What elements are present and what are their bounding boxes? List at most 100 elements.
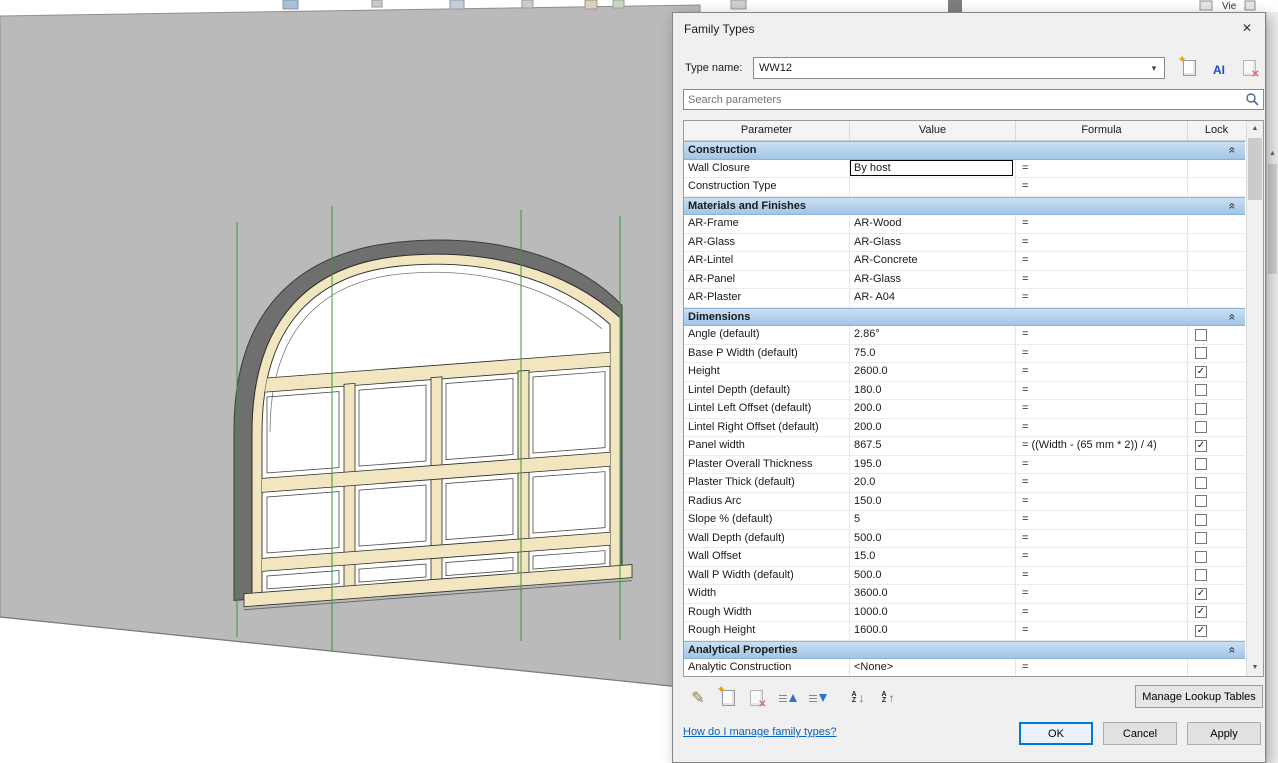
parameter-value[interactable]: AR-Glass [850, 233, 1016, 251]
parameter-value[interactable]: <None> [850, 659, 1016, 676]
move-parameter-down-button[interactable] [805, 685, 831, 711]
lock-checkbox[interactable]: ✓ [1195, 624, 1207, 637]
parameter-value[interactable] [850, 178, 1016, 196]
parameter-formula[interactable]: = [1016, 270, 1188, 288]
scroll-up-icon[interactable]: ▲ [1267, 150, 1278, 157]
parameter-formula[interactable]: = ((Width - (65 mm * 2)) / 4) [1016, 437, 1188, 455]
type-name-dropdown[interactable]: WW12 ▾ [753, 57, 1165, 79]
collapse-icon[interactable]: « [1226, 313, 1240, 320]
parameter-formula[interactable]: = [1016, 400, 1188, 418]
column-formula[interactable]: Formula [1016, 121, 1188, 140]
manage-lookup-tables-button[interactable]: Manage Lookup Tables [1135, 685, 1263, 708]
collapse-icon[interactable]: « [1226, 646, 1240, 653]
lock-checkbox[interactable] [1195, 532, 1207, 545]
new-type-button[interactable]: ✦ [1177, 54, 1201, 81]
parameter-formula[interactable]: = [1016, 529, 1188, 547]
lock-checkbox[interactable] [1195, 458, 1207, 471]
lock-checkbox[interactable] [1195, 476, 1207, 489]
section-header[interactable]: Construction « [684, 141, 1245, 160]
lock-checkbox[interactable] [1195, 495, 1207, 508]
parameter-value[interactable]: 1000.0 [850, 603, 1016, 621]
scroll-up-icon[interactable]: ▲ [1247, 121, 1263, 137]
parameter-formula[interactable]: = [1016, 344, 1188, 362]
search-input[interactable] [684, 90, 1242, 109]
value-editor[interactable]: By host [850, 159, 1013, 176]
rename-type-button[interactable]: AI [1207, 57, 1231, 81]
ok-button[interactable]: OK [1019, 722, 1093, 745]
parameter-value[interactable]: AR-Glass [850, 270, 1016, 288]
parameter-formula[interactable]: = [1016, 659, 1188, 676]
parameter-value[interactable]: By host [850, 159, 1016, 177]
parameter-formula[interactable]: = [1016, 622, 1188, 640]
parameter-formula[interactable]: = [1016, 418, 1188, 436]
parameter-formula[interactable]: = [1016, 363, 1188, 381]
lock-checkbox[interactable]: ✓ [1195, 439, 1207, 452]
parameter-value[interactable]: 1600.0 [850, 622, 1016, 640]
collapse-icon[interactable]: « [1226, 202, 1240, 209]
scroll-thumb[interactable] [1268, 164, 1277, 274]
lock-checkbox[interactable]: ✓ [1195, 365, 1207, 378]
parameter-value[interactable]: AR- A04 [850, 289, 1016, 307]
parameter-value[interactable]: 2.86° [850, 326, 1016, 344]
parameter-value[interactable]: 500.0 [850, 566, 1016, 584]
parameter-value[interactable]: 15.0 [850, 548, 1016, 566]
edit-parameter-button[interactable]: ✎ [685, 685, 711, 711]
parameter-formula[interactable]: = [1016, 492, 1188, 510]
parameter-value[interactable]: 150.0 [850, 492, 1016, 510]
window-family[interactable] [233, 225, 633, 611]
sort-descending-button[interactable]: AZ ↑ [875, 685, 901, 711]
parameter-value[interactable]: 2600.0 [850, 363, 1016, 381]
parameter-formula[interactable]: = [1016, 585, 1188, 603]
parameter-formula[interactable]: = [1016, 603, 1188, 621]
parameter-formula[interactable]: = [1016, 215, 1188, 233]
parameter-formula[interactable]: = [1016, 511, 1188, 529]
lock-checkbox[interactable]: ✓ [1195, 587, 1207, 600]
sort-ascending-button[interactable]: AZ ↓ [845, 685, 871, 711]
parameter-formula[interactable]: = [1016, 381, 1188, 399]
section-header[interactable]: Dimensions « [684, 307, 1245, 326]
parameter-value[interactable]: 195.0 [850, 455, 1016, 473]
lock-checkbox[interactable] [1195, 347, 1207, 360]
parameter-value[interactable]: 3600.0 [850, 585, 1016, 603]
scroll-down-icon[interactable]: ▼ [1247, 660, 1263, 676]
parameter-value[interactable]: 500.0 [850, 529, 1016, 547]
parameter-formula[interactable]: = [1016, 252, 1188, 270]
parameter-formula[interactable]: = [1016, 548, 1188, 566]
parameter-value[interactable]: 5 [850, 511, 1016, 529]
parameter-value[interactable]: 180.0 [850, 381, 1016, 399]
column-parameter[interactable]: Parameter [684, 121, 850, 140]
parameter-value[interactable]: 867.5 [850, 437, 1016, 455]
table-scrollbar[interactable]: ▲ ▼ [1246, 121, 1263, 676]
lock-checkbox[interactable] [1195, 569, 1207, 582]
parameter-formula[interactable]: = [1016, 455, 1188, 473]
section-header[interactable]: Analytical Properties « [684, 640, 1245, 659]
close-icon[interactable]: ✕ [1234, 18, 1260, 38]
parameter-value[interactable]: AR-Concrete [850, 252, 1016, 270]
parameter-formula[interactable]: = [1016, 474, 1188, 492]
apply-button[interactable]: Apply [1187, 722, 1261, 745]
parameter-formula[interactable]: = [1016, 566, 1188, 584]
help-link[interactable]: How do I manage family types? [683, 726, 836, 738]
lock-checkbox[interactable] [1195, 328, 1207, 341]
lock-checkbox[interactable]: ✓ [1195, 606, 1207, 619]
scroll-thumb[interactable] [1248, 138, 1262, 200]
search-icon[interactable] [1245, 92, 1260, 107]
lock-checkbox[interactable] [1195, 402, 1207, 415]
parameter-formula[interactable]: = [1016, 289, 1188, 307]
lock-checkbox[interactable] [1195, 513, 1207, 526]
column-lock[interactable]: Lock [1188, 121, 1245, 140]
browser-scrollbar[interactable]: ▲ [1266, 12, 1278, 763]
parameter-value[interactable]: 200.0 [850, 418, 1016, 436]
delete-type-button[interactable]: ✕ [1237, 57, 1261, 81]
parameter-formula[interactable]: = [1016, 159, 1188, 177]
column-value[interactable]: Value [850, 121, 1016, 140]
parameter-value[interactable]: AR-Wood [850, 215, 1016, 233]
lock-checkbox[interactable] [1195, 421, 1207, 434]
lock-checkbox[interactable] [1195, 550, 1207, 563]
section-header[interactable]: Materials and Finishes « [684, 196, 1245, 215]
cancel-button[interactable]: Cancel [1103, 722, 1177, 745]
lock-checkbox[interactable] [1195, 384, 1207, 397]
parameter-formula[interactable]: = [1016, 233, 1188, 251]
collapse-icon[interactable]: « [1226, 147, 1240, 154]
delete-parameter-button[interactable]: ✕ [743, 685, 769, 711]
